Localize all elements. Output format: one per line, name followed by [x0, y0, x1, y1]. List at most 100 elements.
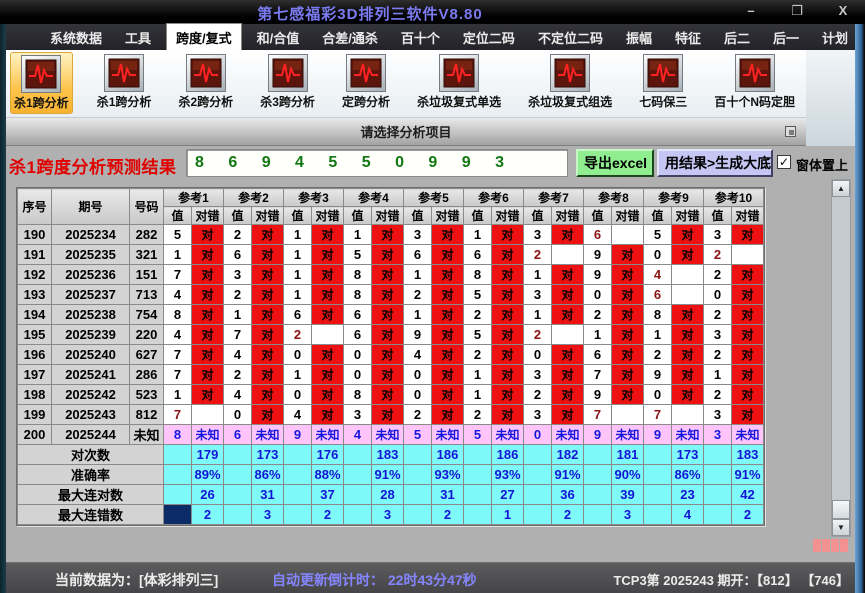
- stat-spacer-cell[interactable]: [523, 444, 552, 465]
- stat-spacer-cell[interactable]: [703, 484, 732, 505]
- cell-result[interactable]: 对: [191, 324, 224, 345]
- cell-issue[interactable]: 2025240: [51, 344, 130, 365]
- stat-value[interactable]: 179: [191, 444, 224, 465]
- cell-result[interactable]: 对: [311, 264, 344, 285]
- cell-value[interactable]: 1: [463, 384, 492, 405]
- tool-item-6[interactable]: 杀垃圾复式单选: [414, 52, 504, 112]
- cell-result[interactable]: 对: [251, 264, 284, 285]
- cell-value[interactable]: 6: [223, 424, 252, 445]
- cell-result[interactable]: 对: [491, 364, 524, 385]
- cell-result[interactable]: 对: [671, 304, 704, 325]
- menu-item-6[interactable]: 百十个: [393, 25, 448, 50]
- cell-value[interactable]: 0: [403, 384, 432, 405]
- cell-value[interactable]: 2: [463, 304, 492, 325]
- cell-result[interactable]: 对: [311, 384, 344, 405]
- tool-item-1[interactable]: 杀1跨分析: [10, 52, 73, 114]
- cell-seq[interactable]: 191: [17, 244, 52, 265]
- cell-value[interactable]: 2: [703, 344, 732, 365]
- cell-seq[interactable]: 192: [17, 264, 52, 285]
- cell-issue[interactable]: 2025244: [51, 424, 130, 445]
- cell-number[interactable]: 523: [129, 384, 164, 405]
- menu-item-8[interactable]: 不定位二码: [530, 25, 611, 50]
- cell-value[interactable]: 1: [403, 304, 432, 325]
- menu-item-5[interactable]: 合差/通杀: [314, 25, 386, 50]
- cell-result[interactable]: 对: [251, 304, 284, 325]
- cell-result[interactable]: 对: [731, 324, 764, 345]
- cell-value[interactable]: 9: [583, 384, 612, 405]
- cell-value[interactable]: 1: [643, 324, 672, 345]
- cell-value[interactable]: 1: [523, 264, 552, 285]
- cell-value[interactable]: 9: [403, 324, 432, 345]
- cell-number[interactable]: 627: [129, 344, 164, 365]
- stat-spacer-cell[interactable]: [223, 504, 252, 525]
- cell-result[interactable]: 对: [251, 284, 284, 305]
- cell-result[interactable]: 对: [251, 384, 284, 405]
- cell-result[interactable]: 对: [431, 284, 464, 305]
- cell-value[interactable]: 2: [223, 364, 252, 385]
- cell-value[interactable]: 2: [523, 244, 552, 265]
- cell-result[interactable]: 对: [191, 264, 224, 285]
- tool-item-8[interactable]: 七码保三: [636, 52, 690, 112]
- cell-value[interactable]: 1: [583, 324, 612, 345]
- cell-result[interactable]: [671, 284, 704, 305]
- cell-value[interactable]: 0: [643, 244, 672, 265]
- cell-result[interactable]: 对: [431, 344, 464, 365]
- cell-number[interactable]: 713: [129, 284, 164, 305]
- cell-result[interactable]: 对: [731, 284, 764, 305]
- cell-value[interactable]: 9: [643, 364, 672, 385]
- stat-spacer-cell[interactable]: [283, 464, 312, 485]
- cell-value[interactable]: 2: [223, 284, 252, 305]
- cell-result[interactable]: 对: [251, 324, 284, 345]
- stat-spacer-cell[interactable]: [283, 484, 312, 505]
- cell-result[interactable]: 对: [611, 344, 644, 365]
- cell-value[interactable]: 6: [583, 224, 612, 245]
- stat-value[interactable]: 1: [491, 504, 524, 525]
- cell-value[interactable]: 9: [583, 264, 612, 285]
- stat-spacer-cell[interactable]: [643, 444, 672, 465]
- cell-value[interactable]: 8: [643, 304, 672, 325]
- stat-value[interactable]: 182: [551, 444, 584, 465]
- tool-item-2[interactable]: 杀1跨分析: [94, 52, 155, 112]
- cell-result[interactable]: 对: [551, 344, 584, 365]
- cell-value[interactable]: 1: [163, 384, 192, 405]
- menu-item-1[interactable]: 系统数据: [42, 25, 110, 50]
- stat-value[interactable]: 183: [371, 444, 404, 465]
- generate-base-button[interactable]: 用结果>生成大底: [657, 149, 773, 177]
- cell-result[interactable]: [611, 224, 644, 245]
- stat-value[interactable]: 3: [611, 504, 644, 525]
- cell-value[interactable]: 1: [283, 244, 312, 265]
- stat-spacer-cell[interactable]: [523, 504, 552, 525]
- stat-value[interactable]: 28: [371, 484, 404, 505]
- cell-value[interactable]: 2: [583, 304, 612, 325]
- cell-result[interactable]: 对: [431, 224, 464, 245]
- restore-icon[interactable]: ❐: [789, 3, 805, 19]
- cell-value[interactable]: 1: [343, 224, 372, 245]
- cell-issue[interactable]: 2025242: [51, 384, 130, 405]
- cell-result[interactable]: 对: [311, 364, 344, 385]
- cell-result[interactable]: 对: [731, 264, 764, 285]
- stat-value[interactable]: 93%: [431, 464, 464, 485]
- stat-spacer-cell[interactable]: [163, 504, 192, 525]
- cell-result[interactable]: 未知: [371, 424, 404, 445]
- cell-value[interactable]: 1: [283, 264, 312, 285]
- cell-value[interactable]: 3: [703, 404, 732, 425]
- stat-value[interactable]: 2: [431, 504, 464, 525]
- cell-issue[interactable]: 2025241: [51, 364, 130, 385]
- cell-value[interactable]: 3: [703, 324, 732, 345]
- cell-value[interactable]: 6: [403, 244, 432, 265]
- cell-value[interactable]: 0: [523, 344, 552, 365]
- cell-issue[interactable]: 2025239: [51, 324, 130, 345]
- cell-value[interactable]: 6: [223, 244, 252, 265]
- scroll-up-icon[interactable]: ▲: [832, 180, 850, 197]
- cell-result[interactable]: 未知: [671, 424, 704, 445]
- keep-on-top-checkbox[interactable]: ✓: [777, 155, 791, 169]
- stat-spacer-cell[interactable]: [583, 484, 612, 505]
- stat-value[interactable]: 89%: [191, 464, 224, 485]
- cell-value[interactable]: 1: [463, 364, 492, 385]
- cell-value[interactable]: 2: [403, 404, 432, 425]
- cell-result[interactable]: 对: [311, 224, 344, 245]
- cell-result[interactable]: 对: [671, 224, 704, 245]
- stat-spacer-cell[interactable]: [463, 504, 492, 525]
- cell-value[interactable]: 2: [223, 224, 252, 245]
- stat-value[interactable]: 181: [611, 444, 644, 465]
